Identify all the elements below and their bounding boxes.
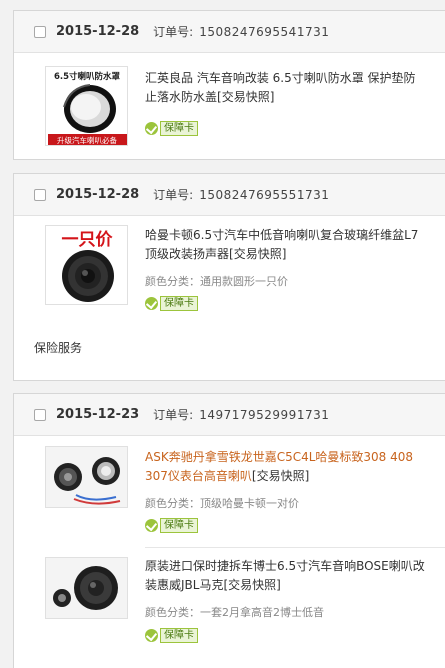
thumb-caption-bottom: 升级汽车喇叭必备 [57, 135, 117, 145]
order-date: 2015-12-28 [56, 24, 140, 39]
guarantee-icon [145, 519, 158, 532]
product-spec: 颜色分类：一套2月拿高音2博士低音 [145, 606, 324, 619]
order-select-checkbox[interactable] [34, 408, 46, 421]
guarantee-label: 保障卡 [160, 518, 198, 533]
order-number: 1508247695541731 [199, 24, 330, 39]
order-card: 2015-12-28 订单号: 1508247695551731 一只价 哈曼卡… [13, 173, 445, 381]
product-name[interactable]: 汇英良品 汽车音响改装 6.5寸喇叭防水罩 保护垫防止落水防水盖 [145, 71, 416, 104]
guarantee-label: 保障卡 [160, 121, 198, 136]
guarantee-label: 保障卡 [160, 628, 198, 643]
order-item: 原装进口保时捷拆车博士6.5寸汽车音响BOSE喇叭改装惠威JBL马克[交易快照]… [14, 548, 445, 666]
product-spec: 颜色分类：通用款圆形一只价 [145, 275, 288, 288]
order-number-label: 订单号: [153, 25, 194, 39]
order-header: 2015-12-28 订单号: 1508247695541731 [14, 11, 445, 53]
product-thumbnail[interactable] [45, 557, 128, 619]
order-card: 2015-12-23 订单号: 1497179529991731 ASK奔驰丹拿… [13, 393, 445, 668]
guarantee-icon [145, 122, 158, 135]
order-item: 一只价 哈曼卡顿6.5寸汽车中低音响喇叭复合玻璃纤维盆L7顶级改装扬声器[交易快… [14, 216, 445, 324]
product-thumbnail[interactable]: 一只价 [45, 225, 128, 305]
guarantee-badge[interactable]: 保障卡 [145, 296, 198, 311]
order-date: 2015-12-23 [56, 407, 140, 422]
product-title[interactable]: 汇英良品 汽车音响改装 6.5寸喇叭防水罩 保护垫防止落水防水盖[交易快照] [145, 69, 425, 107]
order-select-checkbox[interactable] [34, 188, 46, 201]
order-number: 1497179529991731 [199, 407, 330, 422]
insurance-service[interactable]: 保险服务 [34, 339, 82, 356]
order-header: 2015-12-28 订单号: 1508247695551731 [14, 174, 445, 216]
product-title[interactable]: ASK奔驰丹拿雪铁龙世嘉C5C4L哈曼标致308 408 307仪表台高音喇叭[… [145, 448, 425, 486]
product-thumbnail[interactable] [45, 446, 128, 508]
order-list-page: 2015-12-28 订单号: 1508247695541731 6.5寸喇叭防… [0, 0, 445, 668]
order-header: 2015-12-23 订单号: 1497179529991731 [14, 394, 445, 436]
guarantee-badge[interactable]: 保障卡 [145, 628, 198, 643]
snapshot-link[interactable]: [交易快照] [223, 578, 280, 592]
snapshot-link[interactable]: [交易快照] [217, 90, 274, 104]
order-item: 6.5寸喇叭防水罩 升级汽车喇叭必备 汇英良品 汽车音响改装 6.5寸喇叭防水罩… [14, 53, 445, 161]
snapshot-link[interactable]: [交易快照] [252, 469, 309, 483]
order-card: 2015-12-28 订单号: 1508247695541731 6.5寸喇叭防… [13, 10, 445, 160]
thumb-caption-top: 一只价 [62, 230, 114, 250]
guarantee-badge[interactable]: 保障卡 [145, 518, 198, 533]
guarantee-icon [145, 297, 158, 310]
product-title[interactable]: 哈曼卡顿6.5寸汽车中低音响喇叭复合玻璃纤维盆L7顶级改装扬声器[交易快照] [145, 226, 425, 264]
snapshot-link[interactable]: [交易快照] [229, 247, 286, 261]
product-title[interactable]: 原装进口保时捷拆车博士6.5寸汽车音响BOSE喇叭改装惠威JBL马克[交易快照] [145, 557, 425, 595]
product-thumbnail[interactable]: 6.5寸喇叭防水罩 升级汽车喇叭必备 [45, 66, 128, 146]
product-name[interactable]: 原装进口保时捷拆车博士6.5寸汽车音响BOSE喇叭改装惠威JBL马克 [145, 559, 425, 592]
guarantee-badge[interactable]: 保障卡 [145, 121, 198, 136]
order-date: 2015-12-28 [56, 187, 140, 202]
guarantee-label: 保障卡 [160, 296, 198, 311]
order-number-label: 订单号: [153, 408, 194, 422]
order-select-checkbox[interactable] [34, 25, 46, 38]
product-spec: 颜色分类：顶级哈曼卡顿一对价 [145, 497, 299, 510]
order-number: 1508247695551731 [199, 187, 330, 202]
order-number-label: 订单号: [153, 188, 194, 202]
order-item: ASK奔驰丹拿雪铁龙世嘉C5C4L哈曼标致308 408 307仪表台高音喇叭[… [14, 436, 445, 548]
thumb-caption-top: 6.5寸喇叭防水罩 [54, 71, 121, 82]
guarantee-icon [145, 629, 158, 642]
